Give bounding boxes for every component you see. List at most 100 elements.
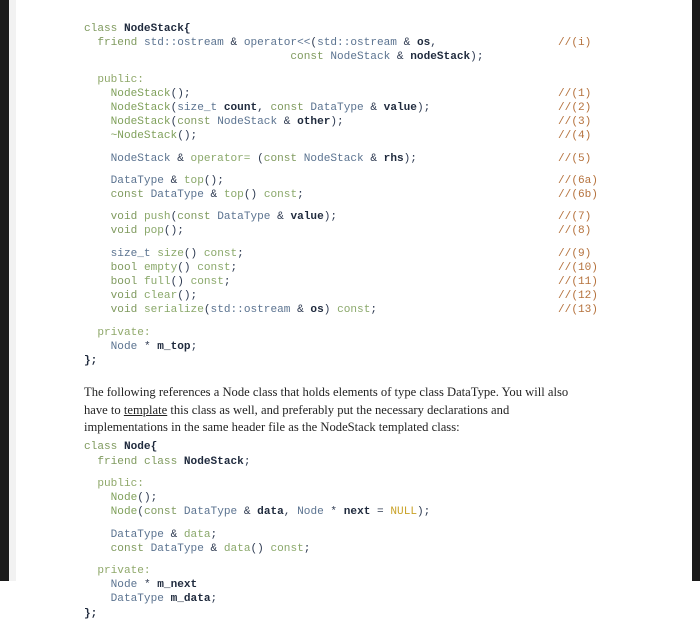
code-token-punct: ; (370, 304, 378, 317)
code-token-fn: const (197, 261, 231, 274)
code-token-id: os (310, 304, 324, 317)
code-line: Node * m_top; (84, 340, 629, 354)
code-token-type: DataType (110, 528, 164, 541)
code-token-kw: void (110, 225, 144, 238)
code-token-id: count (223, 102, 258, 115)
code-token-cls: NodeStack (110, 87, 171, 100)
code-token-kw: const (110, 189, 151, 202)
code-token-type: NodeStack (217, 116, 278, 129)
code-token-punct: , (430, 37, 437, 50)
code-token-fn: size (157, 247, 184, 260)
code-token-nul: NULL (390, 506, 418, 519)
code-token-id: NodeStack (183, 455, 244, 468)
code-token-brace: }; (84, 355, 98, 368)
spellchecked-word: template (123, 402, 168, 417)
code-token-id: value (383, 102, 417, 115)
code-token-punct: = (370, 506, 391, 519)
code-line: friend std::ostream & operator<<(std::os… (84, 36, 629, 50)
code-line-comment: //(8) (558, 225, 592, 238)
code-line: const DataType & data() const; (84, 542, 629, 556)
code-token-kw: bool (110, 261, 144, 274)
code-token-kw: friend (97, 37, 144, 50)
code-line: private: (84, 564, 629, 578)
code-line: NodeStack(); //(1) (84, 87, 629, 101)
code-token-kw: const (270, 102, 311, 115)
code-token-punct: () (177, 261, 198, 274)
code-token-type: DataType (183, 506, 238, 519)
code-token-punct: ( (203, 304, 211, 317)
code-token-punct: & (237, 506, 258, 519)
code-token-punct: , (257, 102, 271, 115)
document-page: class NodeStack{ friend std::ostream & o… (16, 0, 692, 620)
code-token-punct: * (137, 340, 158, 353)
code-token-punct: ) (323, 304, 338, 317)
code-token-kw: const (263, 152, 304, 165)
code-line-comment: //(5) (558, 152, 592, 165)
code-token-fn: serialize (143, 304, 204, 317)
code-token-fn: top (223, 189, 244, 202)
code-token-fn: pop (143, 225, 164, 238)
code-token-type: NodeStack (303, 152, 364, 165)
code-token-type: Node (297, 506, 324, 519)
code-token-punct: & (223, 37, 244, 50)
code-token-fn: data (183, 528, 211, 541)
code-line: NodeStack & operator= (const NodeStack &… (84, 152, 629, 166)
code-token-punct: & (277, 116, 298, 129)
scan-gutter (9, 0, 16, 581)
code-token-type: DataType (110, 593, 171, 606)
code-line: Node * m_next (84, 578, 629, 592)
code-token-type: std::ostream (210, 304, 291, 317)
code-token-punct: ); (330, 116, 344, 129)
explanatory-paragraph: The following references a Node class th… (84, 384, 594, 436)
code-token-punct: () (243, 189, 264, 202)
scan-edge-left (0, 0, 9, 581)
code-token-kw: void (110, 211, 144, 224)
code-token-punct: ; (303, 542, 311, 555)
code-line: const DataType & top() const; //(6b) (84, 188, 629, 202)
code-line: ~NodeStack(); //(4) (84, 129, 629, 143)
code-token-kw: class (84, 23, 124, 35)
code-line: void serialize(std::ostream & os) const;… (84, 303, 629, 317)
code-token-fn: full (143, 276, 171, 289)
code-token-cls: Node (110, 492, 138, 505)
code-token-punct: ; (190, 340, 198, 353)
code-token-punct: () (170, 276, 191, 289)
code-line: NodeStack(const NodeStack & other);//(3) (84, 115, 629, 129)
code-token-fn: const (270, 542, 304, 555)
code-token-kw2: public: (97, 73, 144, 86)
code-block-node: class Node{ friend class NodeStack; publ… (84, 440, 629, 620)
code-token-punct: ; (230, 261, 238, 274)
code-line: size_t size() const; //(9) (84, 247, 629, 261)
code-token-cls: ~NodeStack (110, 130, 178, 143)
code-token-punct: ; (243, 455, 251, 468)
code-token-kw: void (110, 290, 144, 303)
code-token-id: m_data (170, 593, 211, 606)
code-token-punct: ; (297, 189, 304, 202)
code-token-id: next (343, 506, 371, 519)
code-token-fn: operator= (190, 152, 251, 165)
code-token-id: value (290, 211, 324, 224)
code-token-type: DataType (217, 211, 271, 224)
code-token-punct: (); (163, 225, 184, 238)
code-line: }; (84, 354, 629, 368)
code-block-nodestack: class NodeStack{ friend std::ostream & o… (84, 22, 629, 368)
code-token-brace: { (150, 441, 158, 454)
code-token-kw2: private: (97, 326, 151, 339)
code-token-id: Node (123, 441, 151, 454)
code-token-kw: const (177, 211, 218, 224)
code-token-punct: ); (323, 211, 338, 224)
code-line: Node(const DataType & data, Node * next … (84, 505, 629, 519)
code-line: private: (84, 326, 629, 340)
